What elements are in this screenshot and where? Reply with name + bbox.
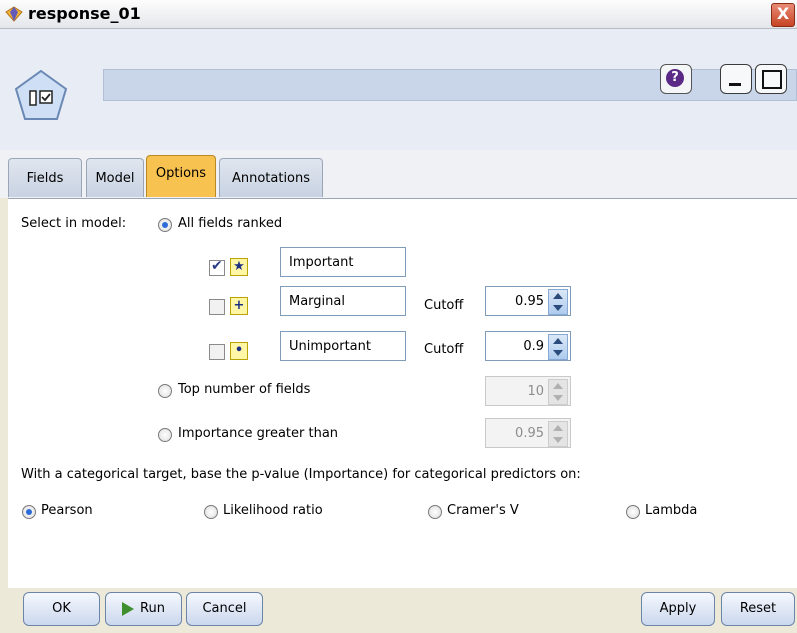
unimportant-checkbox[interactable] xyxy=(209,344,225,360)
ok-button[interactable]: OK xyxy=(23,592,100,626)
minimize-icon xyxy=(729,83,741,86)
categorical-target-text: With a categorical target, base the p-va… xyxy=(21,467,581,482)
marginal-checkbox[interactable] xyxy=(209,299,225,315)
likelihood-ratio-radio[interactable] xyxy=(204,505,218,519)
close-button[interactable]: X xyxy=(771,3,795,27)
close-icon: X xyxy=(776,4,790,23)
importance-greater-radio[interactable] xyxy=(158,428,172,442)
run-button[interactable]: Run xyxy=(105,592,182,626)
minimize-button[interactable] xyxy=(720,64,752,94)
tab-fields[interactable]: Fields xyxy=(8,158,82,197)
cramers-v-label: Cramer's V xyxy=(447,503,519,518)
important-label-field[interactable]: Important xyxy=(280,247,406,277)
marginal-cutoff-spinner[interactable]: 0.95 xyxy=(485,286,571,316)
model-node-icon xyxy=(14,69,68,120)
window-title: response_01 xyxy=(28,4,141,23)
marginal-cutoff-label: Cutoff xyxy=(424,298,464,313)
star-icon: ★ xyxy=(230,258,248,276)
plus-icon: + xyxy=(230,297,248,315)
help-button[interactable]: ? xyxy=(660,64,692,94)
cramers-v-radio[interactable] xyxy=(428,505,442,519)
pearson-radio[interactable] xyxy=(22,505,36,519)
spinner-arrows-icon[interactable] xyxy=(548,379,568,405)
importance-greater-value: 0.95 xyxy=(515,426,544,441)
cancel-button[interactable]: Cancel xyxy=(186,592,263,626)
spinner-arrows-icon[interactable] xyxy=(548,289,568,315)
importance-greater-label: Importance greater than xyxy=(178,426,339,441)
lambda-label: Lambda xyxy=(645,503,698,518)
marginal-label-field[interactable]: Marginal xyxy=(280,286,406,316)
lambda-radio[interactable] xyxy=(626,505,640,519)
tab-model[interactable]: Model xyxy=(86,158,144,197)
top-number-value: 10 xyxy=(527,384,544,399)
all-fields-ranked-radio[interactable] xyxy=(158,218,172,232)
all-fields-ranked-label: All fields ranked xyxy=(178,216,283,231)
top-number-radio[interactable] xyxy=(158,384,172,398)
marginal-cutoff-value: 0.95 xyxy=(515,294,544,309)
dot-icon: • xyxy=(230,342,248,360)
play-icon xyxy=(122,601,135,616)
important-checkbox[interactable] xyxy=(209,258,225,276)
maximize-button[interactable] xyxy=(755,64,787,94)
top-number-spinner[interactable]: 10 xyxy=(485,376,571,406)
diamond-node-icon xyxy=(5,6,23,26)
likelihood-ratio-label: Likelihood ratio xyxy=(223,503,323,518)
spinner-arrows-icon[interactable] xyxy=(548,334,568,360)
dialog-header: ? xyxy=(0,29,797,151)
unimportant-cutoff-spinner[interactable]: 0.9 xyxy=(485,331,571,361)
importance-greater-spinner[interactable]: 0.95 xyxy=(485,418,571,448)
unimportant-cutoff-label: Cutoff xyxy=(424,342,464,357)
unimportant-label-field[interactable]: Unimportant xyxy=(280,331,406,361)
unimportant-cutoff-value: 0.9 xyxy=(523,339,544,354)
header-banner xyxy=(103,69,797,101)
run-button-label: Run xyxy=(140,601,165,616)
top-number-label: Top number of fields xyxy=(178,382,311,397)
pearson-label: Pearson xyxy=(41,503,93,518)
help-icon: ? xyxy=(666,69,684,87)
title-bar: response_01 X xyxy=(0,0,797,29)
spinner-arrows-icon[interactable] xyxy=(548,421,568,447)
options-panel: Select in model: All fields ranked ★ Imp… xyxy=(8,198,797,589)
select-in-model-label: Select in model: xyxy=(21,216,127,231)
dialog-window: response_01 X ? Fields Model Options Ann… xyxy=(0,0,797,633)
apply-button[interactable]: Apply xyxy=(641,592,715,626)
tab-annotations[interactable]: Annotations xyxy=(219,158,323,197)
maximize-icon xyxy=(762,70,782,89)
reset-button[interactable]: Reset xyxy=(721,592,795,626)
tab-options[interactable]: Options xyxy=(146,155,216,197)
